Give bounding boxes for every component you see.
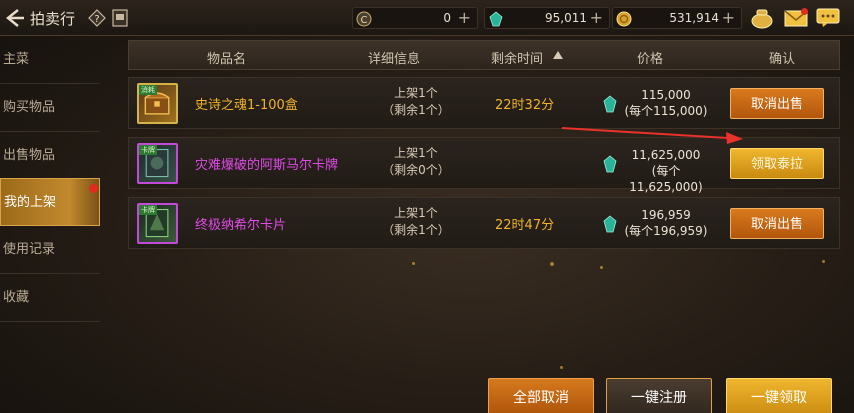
svg-text:C: C [361,15,368,26]
sidebar-item-buy[interactable]: 购买物品 [0,84,100,132]
sidebar-item-history[interactable]: 使用记录 [0,226,100,274]
ember-particle [412,262,415,265]
listing-details: 上架1个 （剩余0个） [367,145,465,179]
top-bar: 拍卖行 ? C 0 + 95,011 + 531,914 + [0,0,854,36]
listed-count: 上架1个 [394,206,438,220]
cancel-all-button[interactable]: 全部取消 [488,378,594,413]
listed-count: 上架1个 [394,86,438,100]
currency-value: 95,011 [545,11,587,25]
ember-particle [560,366,563,369]
unit-price: (每个115,000) [624,104,708,118]
chat-icon[interactable] [816,8,840,28]
sidebar-item-label: 购买物品 [3,100,56,115]
column-header-details: 详细信息 [368,52,421,67]
add-currency-button[interactable]: + [722,8,735,27]
column-header-item-name: 物品名 [207,52,247,67]
currency-value: 0 [443,11,451,25]
cancel-sale-button[interactable]: 取消出售 [730,208,824,239]
green-gem-icon [489,11,503,27]
sidebar-item-sell[interactable]: 出售物品 [0,132,100,180]
total-price: 196,959 [641,208,691,222]
item-tag: 消耗 [139,85,157,95]
sidebar-item-my-listings[interactable]: 我的上架 [0,178,100,226]
column-header-price: 价格 [637,52,664,67]
item-tag: 卡牌 [139,145,157,155]
price: 196,959 (每个196,959) [621,207,711,239]
annotation-arrow [561,127,743,144]
remaining-count: （剩余0个） [382,163,450,177]
total-price: 11,625,000 [631,148,701,162]
page-title: 拍卖行 [30,10,76,28]
listing-details: 上架1个 （剩余1个） [367,85,465,119]
claim-all-button[interactable]: 一键领取 [726,378,832,413]
unit-price: (每个11,625,000) [629,164,703,194]
sidebar-item-label: 使用记录 [3,242,56,257]
sidebar-item-main[interactable]: 主菜 [0,36,100,84]
ember-particle [822,260,825,263]
green-gem-icon [603,215,617,233]
time-left: 22时47分 [495,218,555,233]
help-icon[interactable]: ? [88,9,106,27]
book-icon[interactable] [112,8,128,28]
ember-particle [600,266,603,269]
currency-c-coin: C 0 + [352,7,478,29]
cancel-sale-button[interactable]: 取消出售 [730,88,824,119]
remaining-count: （剩余1个） [382,223,450,237]
sidebar-item-label: 收藏 [3,290,30,305]
green-gem-icon [603,95,617,113]
c-coin-icon: C [356,11,372,27]
add-currency-button[interactable]: + [458,8,471,27]
currency-gold-coin: 531,914 + [612,7,742,29]
time-left: 22时32分 [495,98,555,113]
item-name: 灾难爆破的阿斯马尔卡牌 [195,158,339,173]
notification-dot [89,184,98,193]
remaining-count: （剩余1个） [382,103,450,117]
column-header-time-left[interactable]: 剩余时间 [491,48,543,67]
item-card-icon[interactable]: 卡牌 [137,143,178,184]
item-name: 史诗之魂1-100盒 [195,98,298,113]
notification-dot [801,8,808,15]
listing-details: 上架1个 （剩余1个） [367,205,465,239]
total-price: 115,000 [641,88,691,102]
sidebar-item-label: 主菜 [3,52,30,67]
register-all-button[interactable]: 一键注册 [606,378,712,413]
item-tag: 卡牌 [139,205,157,215]
sidebar-item-favorites[interactable]: 收藏 [0,274,100,322]
column-header-confirm: 确认 [769,52,796,67]
table-row: 消耗 史诗之魂1-100盒 上架1个 （剩余1个） 22时32分 115,000… [128,77,840,129]
item-card-icon[interactable]: 卡牌 [137,203,178,244]
table-header: 物品名 详细信息 剩余时间 价格 确认 [128,40,840,70]
claim-tera-button[interactable]: 领取泰拉 [730,148,824,179]
listed-count: 上架1个 [394,146,438,160]
sort-ascending-icon[interactable] [553,51,563,59]
price: 115,000 (每个115,000) [621,87,711,119]
sidebar-item-label: 我的上架 [4,195,57,210]
pouch-icon[interactable] [750,7,774,29]
item-chest-icon[interactable]: 消耗 [137,83,178,124]
unit-price: (每个196,959) [624,224,708,238]
currency-green-gem: 95,011 + [484,7,610,29]
ember-particle [550,262,554,266]
table-row: 卡牌 灾难爆破的阿斯马尔卡牌 上架1个 （剩余0个） 11,625,000 (每… [128,137,840,194]
table-row: 卡牌 终极纳希尔卡片 上架1个 （剩余1个） 22时47分 196,959 (每… [128,197,840,249]
price: 11,625,000 (每个11,625,000) [621,147,711,195]
currency-value: 531,914 [669,11,719,25]
gold-coin-icon [616,11,632,27]
add-currency-button[interactable]: + [590,8,603,27]
green-gem-icon [603,155,617,173]
sidebar: 主菜 购买物品 出售物品 我的上架 使用记录 收藏 [0,36,100,413]
svg-text:?: ? [94,14,99,25]
back-arrow-icon[interactable] [2,6,26,30]
item-name: 终极纳希尔卡片 [195,218,287,233]
sidebar-item-label: 出售物品 [3,148,56,163]
